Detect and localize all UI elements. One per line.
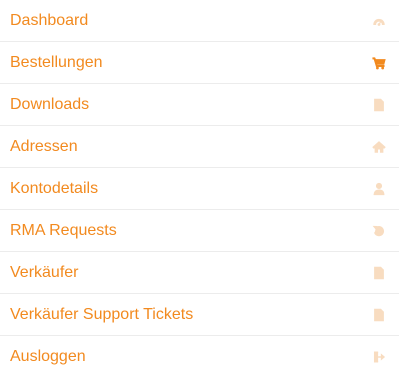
nav-item-rma-requests[interactable]: RMA Requests <box>0 210 399 252</box>
nav-item-label: Dashboard <box>10 11 89 29</box>
nav-item-adressen[interactable]: Adressen <box>0 126 399 168</box>
nav-item-downloads[interactable]: Downloads <box>0 84 399 126</box>
file-icon <box>372 266 386 280</box>
nav-item-bestellungen[interactable]: Bestellungen <box>0 42 399 84</box>
nav-item-dashboard[interactable]: Dashboard <box>0 0 399 42</box>
nav-item-label: Verkäufer <box>10 263 79 281</box>
user-icon <box>372 182 386 196</box>
file-icon <box>372 308 386 322</box>
shopping-cart-icon <box>372 56 386 70</box>
sign-out-icon <box>372 350 386 364</box>
nav-item-label: RMA Requests <box>10 221 117 239</box>
dashboard-icon <box>372 14 386 28</box>
nav-item-ausloggen[interactable]: Ausloggen <box>0 336 399 378</box>
nav-item-label: Ausloggen <box>10 348 86 365</box>
nav-item-label: Kontodetails <box>10 179 99 197</box>
nav-item-label: Downloads <box>10 95 90 113</box>
undo-icon <box>372 224 386 238</box>
file-icon <box>372 98 386 112</box>
nav-item-label: Adressen <box>10 137 78 155</box>
nav-item-label: Bestellungen <box>10 53 103 71</box>
nav-item-verkaeufer-support-tickets[interactable]: Verkäufer Support Tickets <box>0 294 399 336</box>
nav-item-label: Verkäufer Support Tickets <box>10 305 194 323</box>
nav-item-kontodetails[interactable]: Kontodetails <box>0 168 399 210</box>
home-icon <box>372 140 386 154</box>
nav-item-verkaeufer[interactable]: Verkäufer <box>0 252 399 294</box>
account-navigation: Dashboard Bestellungen Downloads Adresse… <box>0 0 399 378</box>
